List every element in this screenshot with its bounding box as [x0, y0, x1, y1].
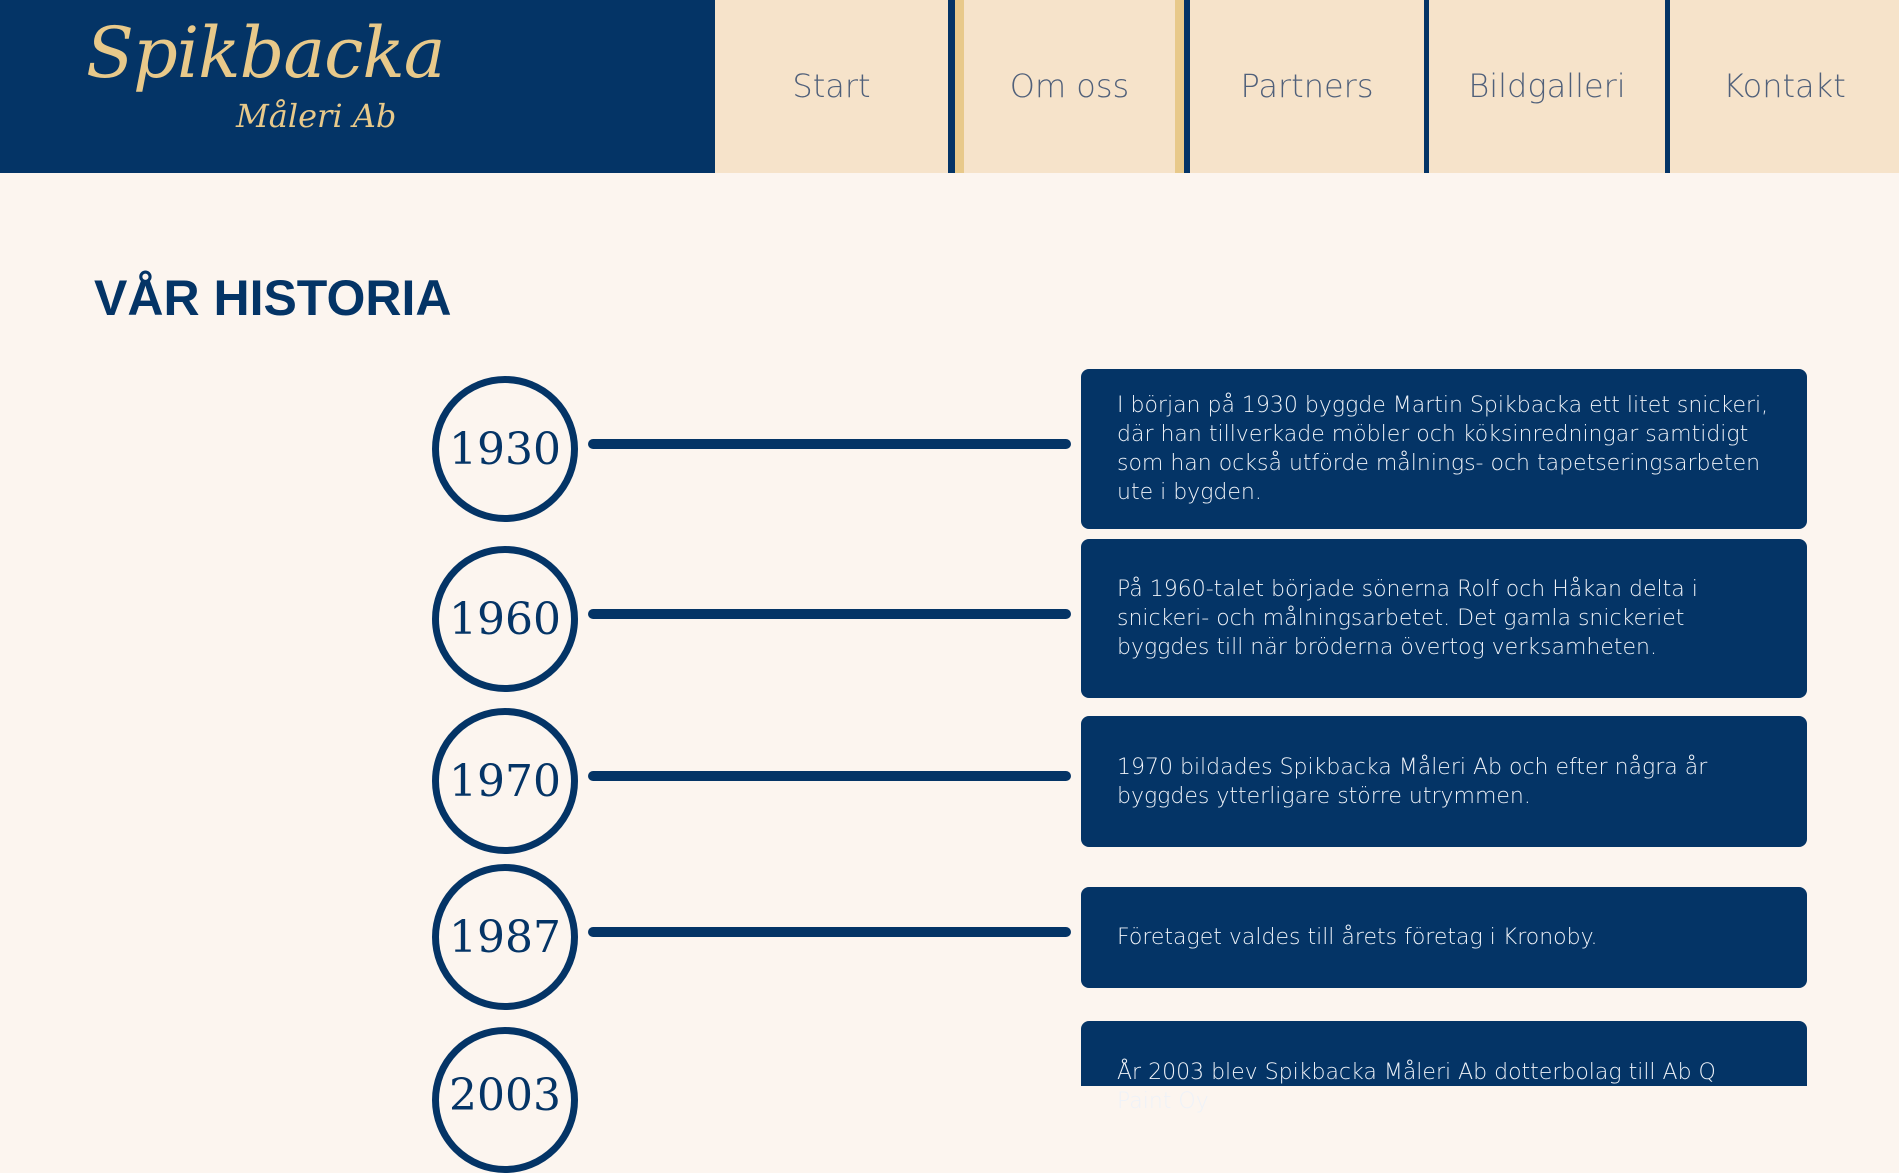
- nav-item-partners[interactable]: Partners: [1190, 0, 1424, 173]
- timeline-connector: [588, 439, 1071, 449]
- timeline-year-circle: 1987: [432, 864, 578, 1010]
- brand-name: Spikbacka: [86, 12, 445, 94]
- timeline-card-text: Företaget valdes till årets företag i Kr…: [1117, 925, 1598, 950]
- nav-item-label: Partners: [1240, 66, 1374, 105]
- timeline-connector: [588, 609, 1071, 619]
- nav-item-kontakt[interactable]: Kontakt: [1670, 0, 1899, 173]
- page-title: VÅR HISTORIA: [94, 270, 452, 326]
- main-nav: Start Om oss Partners Bildgalleri Kontak…: [715, 0, 1899, 173]
- timeline-year-circle: 1970: [432, 708, 578, 854]
- nav-item-bildgalleri[interactable]: Bildgalleri: [1429, 0, 1665, 173]
- timeline-card: 1970 bildades Spikbacka Måleri Ab och ef…: [1081, 716, 1807, 847]
- timeline-card: Företaget valdes till årets företag i Kr…: [1081, 887, 1807, 988]
- timeline-card: I början på 1930 byggde Martin Spikbacka…: [1081, 369, 1807, 529]
- timeline-card-text: År 2003 blev Spikbacka Måleri Ab dotterb…: [1117, 1060, 1716, 1114]
- site-header: Spikbacka Måleri Ab Start Om oss Partner…: [0, 0, 1899, 173]
- brand-subtitle: Måleri Ab: [236, 97, 397, 135]
- nav-item-label: Kontakt: [1723, 66, 1846, 105]
- timeline-year-circle: 1930: [432, 376, 578, 522]
- timeline-card: År 2003 blev Spikbacka Måleri Ab dotterb…: [1081, 1021, 1807, 1114]
- timeline-card-text: 1970 bildades Spikbacka Måleri Ab och ef…: [1117, 754, 1708, 809]
- timeline-card-text: På 1960-talet började sönerna Rolf och H…: [1117, 577, 1698, 660]
- nav-item-om-oss[interactable]: Om oss: [955, 0, 1184, 173]
- nav-item-label: Start: [792, 66, 871, 105]
- timeline-year-circle: 2003: [432, 1027, 578, 1173]
- timeline-connector: [588, 927, 1071, 937]
- nav-item-label: Bildgalleri: [1468, 66, 1626, 105]
- timeline-card-text: I början på 1930 byggde Martin Spikbacka…: [1117, 393, 1769, 505]
- brand-logo[interactable]: Spikbacka Måleri Ab: [0, 0, 715, 173]
- timeline-year-circle: 1960: [432, 546, 578, 692]
- timeline-connector: [588, 771, 1071, 781]
- nav-item-start[interactable]: Start: [715, 0, 948, 173]
- nav-item-label: Om oss: [1009, 66, 1130, 105]
- timeline-card: På 1960-talet började sönerna Rolf och H…: [1081, 539, 1807, 698]
